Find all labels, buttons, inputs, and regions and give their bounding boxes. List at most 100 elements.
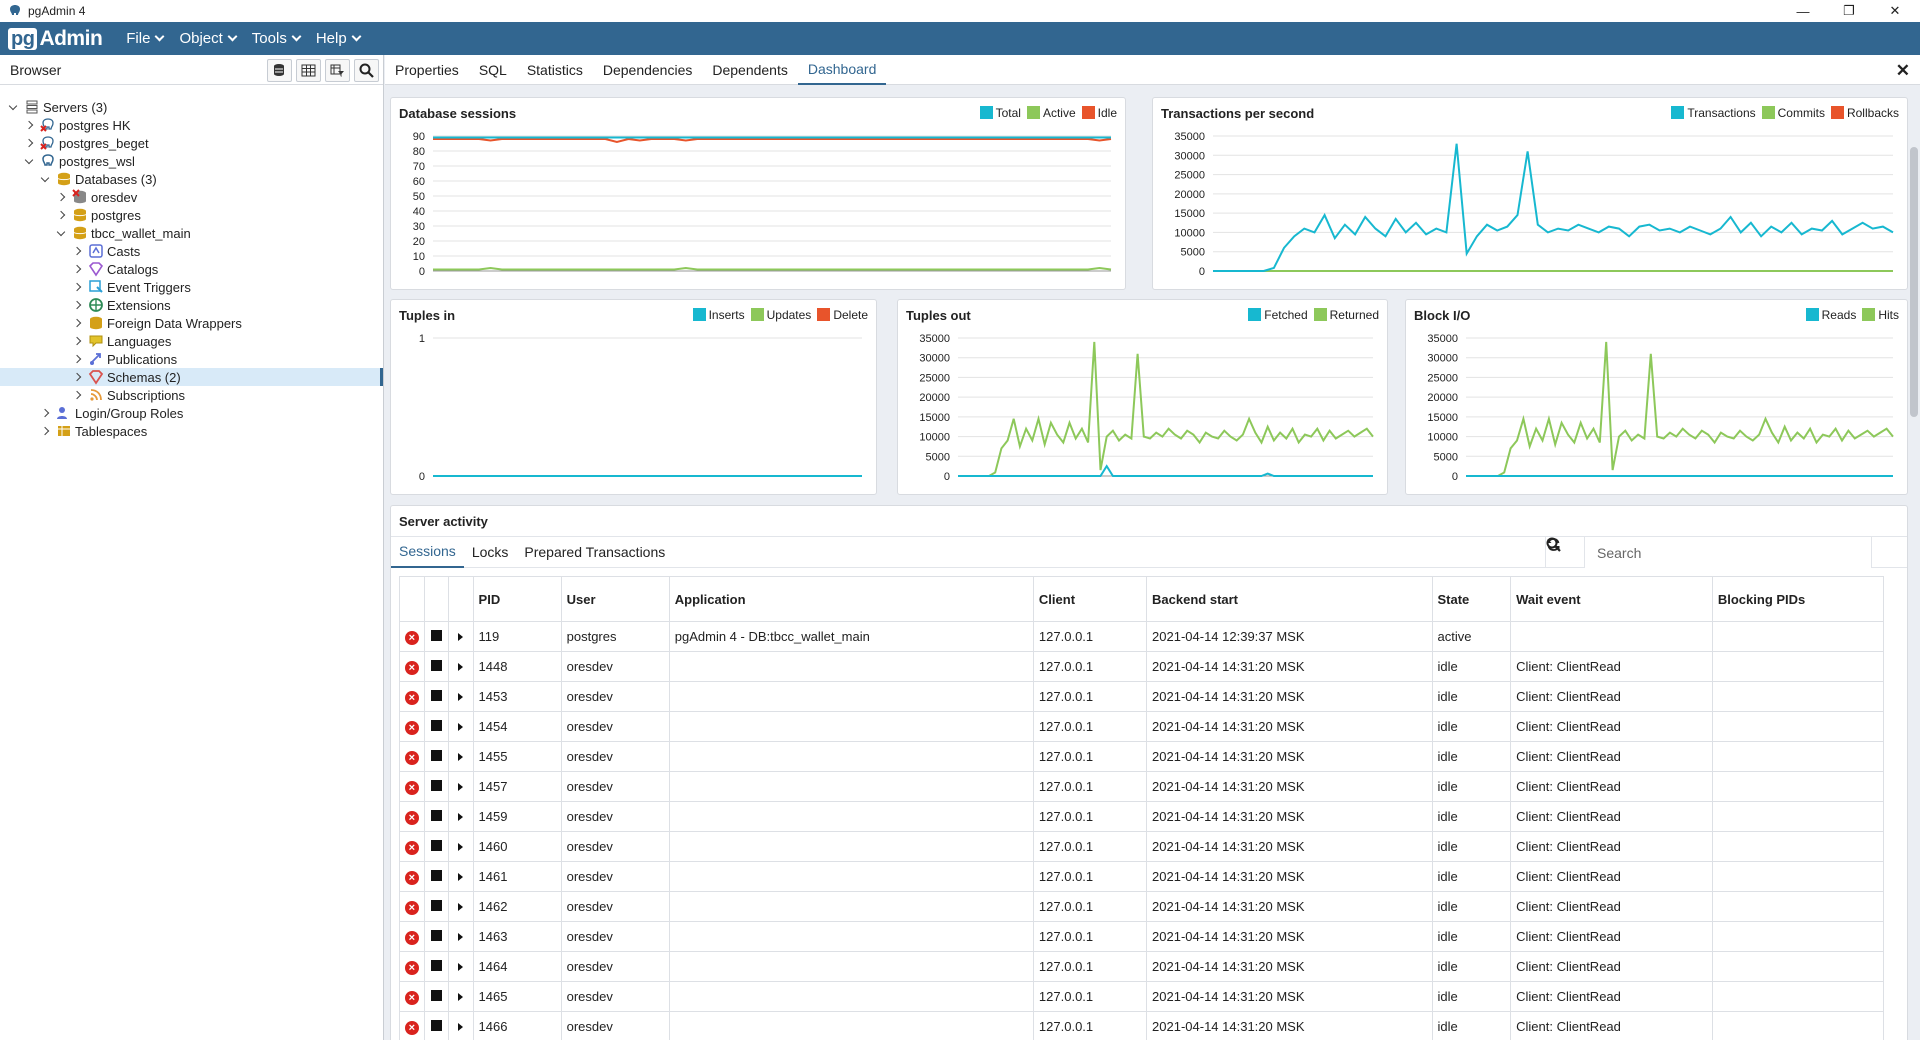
terminate-session-icon[interactable]: × bbox=[404, 990, 419, 1005]
legend-item-reads[interactable]: Reads bbox=[1805, 308, 1856, 322]
close-tab-icon[interactable]: ✕ bbox=[1896, 61, 1910, 81]
tree-item-postgres[interactable]: postgres bbox=[0, 206, 383, 224]
cancel-query-icon[interactable] bbox=[430, 810, 442, 821]
expand-row-icon[interactable] bbox=[458, 783, 464, 791]
tree-item-oresdev[interactable]: oresdev bbox=[0, 188, 383, 206]
expand-row-icon[interactable] bbox=[458, 663, 464, 671]
cancel-query-icon[interactable] bbox=[430, 690, 442, 701]
chevron-right-icon[interactable] bbox=[70, 280, 84, 294]
expand-row-icon[interactable] bbox=[458, 903, 464, 911]
chevron-right-icon[interactable] bbox=[22, 136, 36, 150]
cancel-query-icon[interactable] bbox=[430, 720, 442, 731]
legend-item-hits[interactable]: Hits bbox=[1862, 308, 1899, 322]
tree-item-postgres-beget[interactable]: postgres_beget bbox=[0, 134, 383, 152]
menu-tools[interactable]: Tools bbox=[244, 30, 308, 47]
minimize-button[interactable]: — bbox=[1780, 0, 1826, 22]
expand-row-icon[interactable] bbox=[458, 693, 464, 701]
cancel-query-icon[interactable] bbox=[430, 870, 442, 881]
restore-button[interactable]: ❐ bbox=[1826, 0, 1872, 22]
legend-item-updates[interactable]: Updates bbox=[750, 308, 811, 322]
cancel-query-icon[interactable] bbox=[430, 990, 442, 1001]
expand-row-icon[interactable] bbox=[458, 933, 464, 941]
chevron-right-icon[interactable] bbox=[54, 190, 68, 204]
expand-row-icon[interactable] bbox=[458, 963, 464, 971]
chevron-right-icon[interactable] bbox=[22, 118, 36, 132]
cancel-query-icon[interactable] bbox=[430, 900, 442, 911]
cancel-query-icon[interactable] bbox=[430, 630, 442, 641]
tree-item-extensions[interactable]: Extensions bbox=[0, 296, 383, 314]
legend-item-fetched[interactable]: Fetched bbox=[1248, 308, 1308, 322]
close-window-button[interactable]: ✕ bbox=[1872, 0, 1918, 22]
tree-item-publications[interactable]: Publications bbox=[0, 350, 383, 368]
chevron-right-icon[interactable] bbox=[70, 244, 84, 258]
legend-item-returned[interactable]: Returned bbox=[1313, 308, 1379, 322]
tab-dependents[interactable]: Dependents bbox=[702, 55, 798, 85]
expand-row-icon[interactable] bbox=[458, 723, 464, 731]
column-header-wait-event[interactable]: Wait event bbox=[1510, 576, 1713, 622]
chevron-down-icon[interactable] bbox=[22, 154, 36, 168]
terminate-session-icon[interactable]: × bbox=[404, 810, 419, 825]
terminate-session-icon[interactable]: × bbox=[404, 750, 419, 765]
tree-item-foreign-data-wrappers[interactable]: Foreign Data Wrappers bbox=[0, 314, 383, 332]
terminate-session-icon[interactable]: × bbox=[404, 1020, 419, 1035]
chevron-down-icon[interactable] bbox=[54, 226, 68, 240]
chevron-right-icon[interactable] bbox=[70, 370, 84, 384]
cancel-query-icon[interactable] bbox=[430, 930, 442, 941]
legend-item-inserts[interactable]: Inserts bbox=[692, 308, 745, 322]
dashboard-scrollbar[interactable] bbox=[1910, 147, 1918, 417]
menu-file[interactable]: File bbox=[118, 30, 171, 47]
filtered-rows-button[interactable] bbox=[325, 59, 350, 82]
tab-dashboard[interactable]: Dashboard bbox=[797, 55, 887, 85]
tree-item-subscriptions[interactable]: Subscriptions bbox=[0, 386, 383, 404]
expand-row-icon[interactable] bbox=[458, 813, 464, 821]
cancel-query-icon[interactable] bbox=[430, 780, 442, 791]
chevron-right-icon[interactable] bbox=[70, 316, 84, 330]
cancel-query-icon[interactable] bbox=[430, 1020, 442, 1031]
expand-row-icon[interactable] bbox=[458, 633, 464, 641]
tree-item-tbcc-wallet-main[interactable]: tbcc_wallet_main bbox=[0, 224, 383, 242]
activity-search-input[interactable] bbox=[1584, 537, 1871, 568]
tree-item-servers-3[interactable]: Servers (3) bbox=[0, 98, 383, 116]
tab-properties[interactable]: Properties bbox=[385, 55, 469, 85]
terminate-session-icon[interactable]: × bbox=[404, 870, 419, 885]
tree-item-event-triggers[interactable]: Event Triggers bbox=[0, 278, 383, 296]
tree-item-login-group-roles[interactable]: Login/Group Roles bbox=[0, 404, 383, 422]
chevron-right-icon[interactable] bbox=[70, 298, 84, 312]
tree-item-tablespaces[interactable]: Tablespaces bbox=[0, 422, 383, 440]
column-header-blocking-pids[interactable]: Blocking PIDs bbox=[1711, 576, 1885, 622]
tree-item-postgres-hk[interactable]: postgres HK bbox=[0, 116, 383, 134]
expand-row-icon[interactable] bbox=[458, 753, 464, 761]
tree-item-schemas-2[interactable]: Schemas (2) bbox=[0, 368, 383, 386]
terminate-session-icon[interactable]: × bbox=[404, 690, 419, 705]
subtab-prepared-transactions[interactable]: Prepared Transactions bbox=[516, 537, 673, 568]
cancel-query-icon[interactable] bbox=[430, 840, 442, 851]
terminate-session-icon[interactable]: × bbox=[404, 780, 419, 795]
tree-item-postgres-wsl[interactable]: postgres_wsl bbox=[0, 152, 383, 170]
view-data-button[interactable] bbox=[296, 59, 321, 82]
terminate-session-icon[interactable]: × bbox=[404, 630, 419, 645]
legend-item-idle[interactable]: Idle bbox=[1081, 106, 1117, 120]
cancel-query-icon[interactable] bbox=[430, 660, 442, 671]
search-objects-button[interactable] bbox=[354, 59, 379, 82]
chevron-right-icon[interactable] bbox=[54, 208, 68, 222]
cancel-query-icon[interactable] bbox=[430, 750, 442, 761]
terminate-session-icon[interactable]: × bbox=[404, 930, 419, 945]
menu-help[interactable]: Help bbox=[308, 30, 368, 47]
legend-item-commits[interactable]: Commits bbox=[1761, 106, 1825, 120]
query-tool-button[interactable] bbox=[267, 59, 292, 82]
terminate-session-icon[interactable]: × bbox=[404, 900, 419, 915]
terminate-session-icon[interactable]: × bbox=[404, 840, 419, 855]
chevron-down-icon[interactable] bbox=[6, 100, 20, 114]
tab-dependencies[interactable]: Dependencies bbox=[593, 55, 703, 85]
chevron-right-icon[interactable] bbox=[70, 352, 84, 366]
refresh-button[interactable] bbox=[1547, 537, 1907, 568]
terminate-session-icon[interactable]: × bbox=[404, 660, 419, 675]
cancel-query-icon[interactable] bbox=[430, 960, 442, 971]
subtab-locks[interactable]: Locks bbox=[464, 537, 517, 568]
legend-item-total[interactable]: Total bbox=[979, 106, 1021, 120]
tree-item-catalogs[interactable]: Catalogs bbox=[0, 260, 383, 278]
chevron-right-icon[interactable] bbox=[70, 334, 84, 348]
tree-item-databases-3[interactable]: Databases (3) bbox=[0, 170, 383, 188]
column-header-user[interactable]: User bbox=[560, 576, 670, 622]
chevron-down-icon[interactable] bbox=[38, 172, 52, 186]
